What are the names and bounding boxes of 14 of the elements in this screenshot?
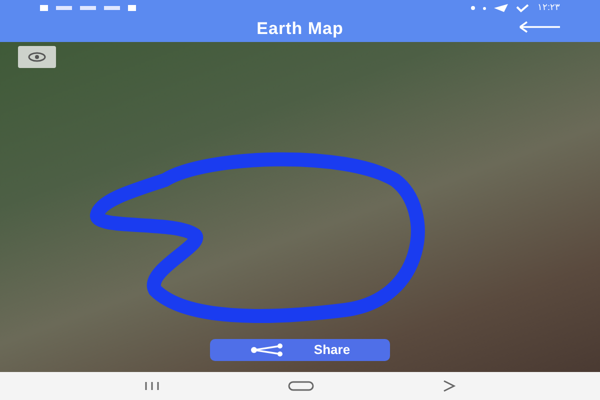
app-title: Earth Map (256, 18, 344, 40)
share-icon (250, 343, 284, 357)
dot-icon (471, 6, 476, 10)
recent-apps-icon[interactable] (144, 381, 160, 391)
home-icon[interactable] (288, 381, 314, 391)
back-icon[interactable] (442, 380, 456, 392)
dot-icon (483, 6, 486, 10)
back-arrow-icon[interactable] (518, 20, 562, 34)
location-target-icon (27, 52, 47, 62)
my-location-button[interactable] (18, 46, 56, 68)
send-icon (494, 4, 508, 12)
share-button[interactable]: Share (210, 339, 390, 361)
check-icon (516, 4, 530, 12)
status-time: ۱۲:۲۳ (537, 1, 560, 14)
